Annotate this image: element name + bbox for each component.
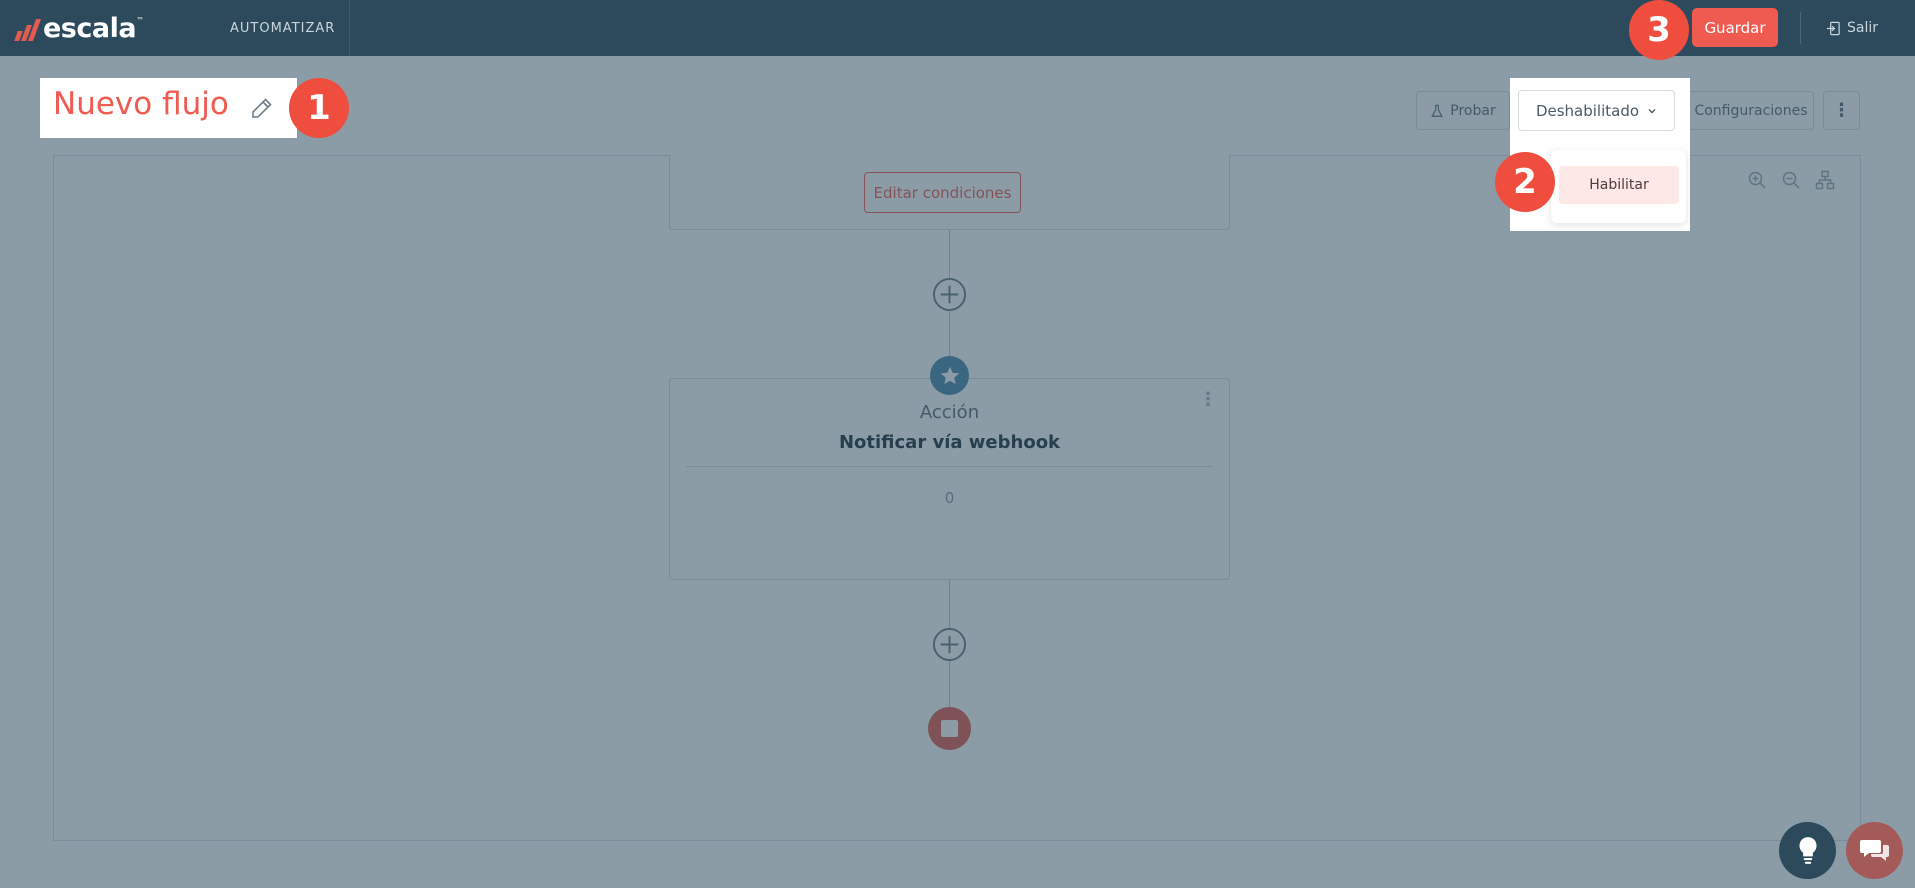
- action-badge: [930, 356, 969, 395]
- more-options-button[interactable]: ⋮: [1823, 91, 1860, 130]
- help-button[interactable]: [1779, 822, 1836, 879]
- logout-label: Salir: [1847, 20, 1879, 36]
- zoom-in-icon[interactable]: [1747, 170, 1767, 190]
- hierarchy-icon[interactable]: [1815, 170, 1835, 190]
- flask-icon: [1431, 104, 1444, 117]
- step-badge-2: 2: [1495, 152, 1555, 212]
- probar-button[interactable]: Probar: [1416, 91, 1510, 130]
- stop-icon: [941, 720, 958, 737]
- divider: [686, 466, 1213, 467]
- save-button[interactable]: Guardar: [1692, 8, 1778, 47]
- logo-mark: [14, 15, 42, 41]
- page-title[interactable]: Nuevo flujo: [53, 86, 229, 122]
- action-count: 0: [944, 489, 955, 507]
- logo-trademark: ™: [136, 16, 145, 25]
- logout-button[interactable]: Salir: [1826, 16, 1878, 40]
- end-node: [928, 707, 971, 750]
- status-label: Deshabilitado: [1535, 101, 1640, 120]
- menu-item-habilitar[interactable]: Habilitar: [1559, 166, 1679, 204]
- logo[interactable]: escala ™: [14, 12, 145, 44]
- status-dropdown: Habilitar: [1551, 150, 1686, 223]
- step-badge-3: 3: [1629, 0, 1689, 60]
- nav-item-automatizar[interactable]: AUTOMATIZAR: [216, 0, 351, 56]
- edit-conditions-button[interactable]: Editar condiciones: [864, 172, 1021, 213]
- zoom-out-icon[interactable]: [1781, 170, 1801, 190]
- status-select[interactable]: Deshabilitado: [1518, 90, 1675, 131]
- star-icon: [940, 366, 959, 384]
- chat-button[interactable]: [1846, 822, 1903, 879]
- top-bar: escala ™ AUTOMATIZAR Salir: [0, 0, 1915, 56]
- plus-circle-icon[interactable]: [932, 277, 967, 312]
- step-badge-1: 1: [289, 78, 349, 138]
- action-type-label: Acción: [919, 402, 980, 423]
- chat-icon: [1859, 839, 1889, 861]
- action-name-label: Notificar vía webhook: [838, 432, 1061, 453]
- chevron-down-icon: [1648, 108, 1656, 113]
- probar-label: Probar: [1450, 102, 1496, 119]
- pencil-icon[interactable]: [250, 96, 274, 120]
- lightbulb-icon: [1798, 836, 1817, 864]
- logout-icon: [1826, 21, 1840, 35]
- logo-text: escala: [43, 12, 137, 44]
- configuraciones-button[interactable]: Configuraciones: [1688, 91, 1814, 130]
- canvas-controls: [1747, 170, 1835, 190]
- plus-circle-icon[interactable]: [932, 627, 967, 662]
- divider: [1800, 12, 1801, 44]
